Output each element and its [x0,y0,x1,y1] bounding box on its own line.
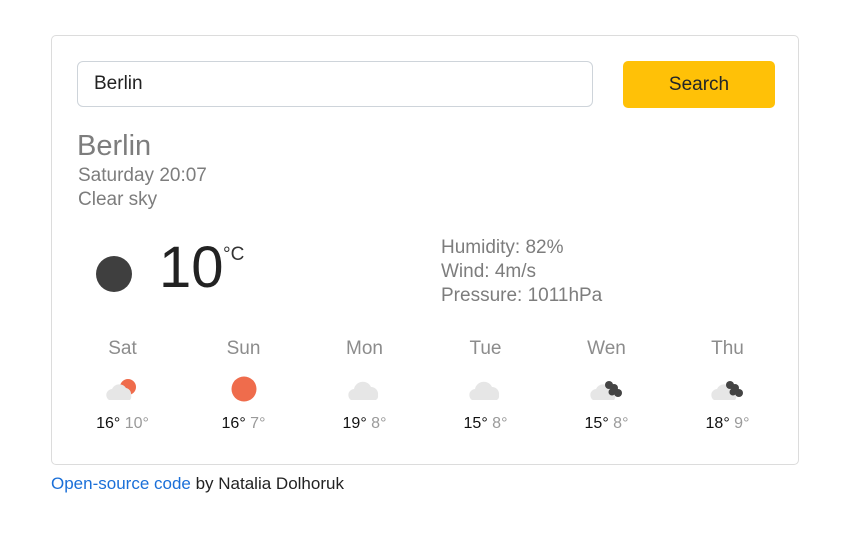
pressure: Pressure: 1011hPa [441,285,603,306]
forecast-day: Sun 16° 7° [183,336,304,434]
forecast-temps: 15° 8° [546,414,667,434]
forecast-min: 9° [734,415,750,432]
author-credit: by Natalia Dolhoruk [190,474,344,493]
forecast-day-name: Sun [226,338,261,359]
broken-clouds-icon [708,374,748,404]
sun-icon [224,374,264,404]
forecast-day: Thu 18° 9° [667,336,788,434]
weather-card: Search Berlin Saturday 20:07 Clear sky 1… [51,35,799,465]
forecast-max: 15° [584,415,609,432]
forecast-max: 19° [342,415,367,432]
forecast-day-name: Mon [346,338,383,359]
cloud-icon [345,374,385,404]
temperature-unit: °C [223,244,245,265]
city-name: Berlin [77,130,152,162]
forecast-max: 16° [221,415,246,432]
forecast-day: Tue 15° 8° [425,336,546,434]
forecast-temps: 16° 10° [62,414,183,434]
clear-night-icon [96,256,132,292]
search-button[interactable]: Search [623,61,775,108]
forecast-max: 18° [705,415,730,432]
forecast-day-name: Tue [469,338,502,359]
forecast-min: 8° [371,415,387,432]
forecast-day: Sat 16° 10° [62,336,183,434]
footer: Open-source code by Natalia Dolhoruk [51,473,344,495]
forecast-min: 10° [124,415,149,432]
weather-description: Clear sky [78,189,158,210]
forecast-max: 15° [463,415,488,432]
cloud-icon [466,374,506,404]
forecast-day-name: Wen [587,338,626,359]
humidity: Humidity: 82% [441,237,564,258]
partly-cloudy-day-icon [103,374,143,404]
forecast-day-name: Thu [711,338,744,359]
forecast-day: Mon 19° 8° [304,336,425,434]
source-code-link[interactable]: Open-source code [51,474,191,493]
current-datetime: Saturday 20:07 [78,165,207,186]
forecast-max: 16° [96,415,121,432]
forecast-temps: 18° 9° [667,414,788,434]
current-temperature: 10 [159,235,224,300]
wind: Wind: 4m/s [441,261,537,282]
forecast-day: Wen 15° 8° [546,336,667,434]
forecast-min: 8° [492,415,508,432]
forecast-temps: 16° 7° [183,414,304,434]
forecast-min: 8° [613,415,629,432]
broken-clouds-icon [587,374,627,404]
search-input[interactable] [77,61,593,107]
forecast-temps: 19° 8° [304,414,425,434]
forecast-day-name: Sat [108,338,137,359]
weather-details: Humidity: 82% Wind: 4m/s Pressure: 1011h… [441,236,602,308]
forecast-min: 7° [250,415,266,432]
forecast-temps: 15° 8° [425,414,546,434]
forecast: Sat 16° 10° Sun 16° 7° Mon 19° 8° Tue 15… [62,336,790,446]
